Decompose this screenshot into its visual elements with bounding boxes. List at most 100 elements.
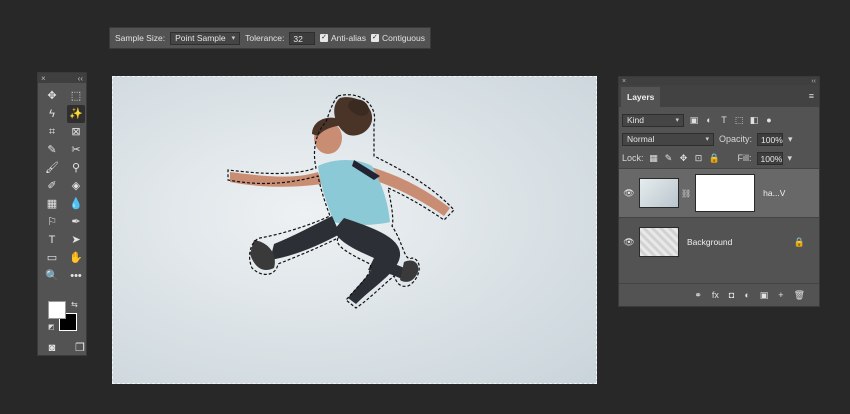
tool-grid: ✥ ⬚ ϟ ✨ ⌗ ⊠ ✎ ✂ 🖌 ⚲ ✐ ◈ ▦ 💧 ⚐ ✒ T ➤ ▭ ✋ … bbox=[38, 83, 86, 285]
blend-row: Normal ▾ Opacity: 100% ▾ bbox=[619, 130, 819, 148]
layer-filter-row: Kind ▾ ▣ ◐ T ⬚ ◧ ● bbox=[619, 110, 819, 130]
chevron-down-icon: ▾ bbox=[705, 135, 709, 143]
pen-tool-icon[interactable]: ✒ bbox=[67, 213, 85, 231]
layer-row[interactable]: 👁 ⛓ ha...V bbox=[619, 168, 819, 217]
close-icon[interactable]: × bbox=[622, 78, 626, 85]
stamp-tool-icon[interactable]: ⚲ bbox=[67, 159, 85, 177]
eyedropper-tool-icon[interactable]: ✎ bbox=[43, 141, 61, 159]
fill-dropdown-icon[interactable]: ▾ bbox=[788, 153, 793, 164]
contiguous-option[interactable]: ✓ Contiguous bbox=[370, 33, 425, 43]
lasso-tool-icon[interactable]: ϟ bbox=[43, 105, 61, 123]
layer-mask-thumbnail[interactable] bbox=[695, 174, 756, 212]
new-group-icon[interactable]: ▣ bbox=[760, 290, 769, 301]
tolerance-input[interactable]: 32 bbox=[289, 31, 316, 45]
sample-size-select[interactable]: Point Sample ▾ bbox=[170, 31, 241, 45]
lock-label: Lock: bbox=[622, 153, 644, 163]
collapse-icon[interactable]: ‹‹ bbox=[811, 78, 816, 85]
crop-tool-icon[interactable]: ⌗ bbox=[43, 123, 61, 141]
trash-icon[interactable]: 🗑 bbox=[794, 290, 805, 301]
lock-all-icon[interactable]: 🔒 bbox=[709, 153, 720, 164]
quick-mask-icon[interactable]: ◙ bbox=[43, 339, 61, 357]
visibility-eye-icon[interactable]: 👁 bbox=[619, 237, 639, 248]
adjustment-layer-icon[interactable]: ◐ bbox=[744, 290, 749, 300]
opacity-dropdown-icon[interactable]: ▾ bbox=[788, 134, 793, 145]
tools-bottom-row: ◙ ❐ bbox=[43, 339, 89, 357]
document-canvas[interactable] bbox=[112, 76, 597, 384]
brush-tool-icon[interactable]: 🖌 bbox=[43, 159, 61, 177]
filter-toggle-icon[interactable]: ● bbox=[764, 115, 774, 125]
fx-icon[interactable]: fx bbox=[712, 290, 719, 300]
fill-input[interactable]: 100% bbox=[756, 151, 783, 165]
add-mask-icon[interactable]: ◘ bbox=[729, 290, 734, 300]
pixel-filter-icon[interactable]: ▣ bbox=[689, 115, 699, 126]
magic-wand-tool-icon[interactable]: ✨ bbox=[67, 105, 85, 123]
layers-panel-header[interactable]: × ‹‹ bbox=[619, 77, 819, 85]
zoom-tool-icon[interactable]: 🔍 bbox=[43, 267, 61, 285]
sample-size-value: Point Sample bbox=[175, 32, 226, 43]
front-leg bbox=[334, 218, 401, 304]
type-tool-icon[interactable]: T bbox=[43, 231, 61, 249]
layer-name[interactable]: Background bbox=[687, 237, 732, 247]
tolerance-label: Tolerance: bbox=[245, 33, 285, 43]
back-leg bbox=[270, 216, 340, 260]
lock-position-icon[interactable]: ✥ bbox=[679, 153, 689, 164]
smart-object-filter-icon[interactable]: ◧ bbox=[749, 115, 759, 126]
sample-size-label: Sample Size: bbox=[115, 33, 166, 43]
path-selection-tool-icon[interactable]: ➤ bbox=[67, 231, 85, 249]
rectangle-tool-icon[interactable]: ▭ bbox=[43, 249, 61, 267]
frame-tool-icon[interactable]: ⊠ bbox=[67, 123, 85, 141]
anti-alias-label: Anti-alias bbox=[331, 33, 366, 43]
shape-filter-icon[interactable]: ⬚ bbox=[734, 115, 744, 126]
options-bar: Sample Size: Point Sample ▾ Tolerance: 3… bbox=[109, 27, 431, 49]
tab-layers[interactable]: Layers bbox=[621, 87, 661, 107]
hand-tool-icon[interactable]: ✋ bbox=[67, 249, 85, 267]
link-icon[interactable]: ⛓ bbox=[681, 189, 691, 198]
anti-alias-option[interactable]: ✓ Anti-alias bbox=[320, 33, 366, 43]
lock-row: Lock: ▦ ✎ ✥ ⊡ 🔒 Fill: 100% ▾ bbox=[619, 148, 819, 168]
default-colors-icon[interactable]: ◩ bbox=[48, 323, 55, 331]
lock-image-icon[interactable]: ✎ bbox=[664, 153, 674, 164]
lock-transparency-icon[interactable]: ▦ bbox=[649, 153, 659, 164]
screen-mode-icon[interactable]: ❐ bbox=[71, 339, 89, 357]
type-filter-icon[interactable]: T bbox=[719, 115, 729, 125]
chevron-down-icon: ▾ bbox=[675, 116, 679, 124]
close-icon[interactable]: × bbox=[41, 74, 46, 83]
dodge-tool-icon[interactable]: ⚐ bbox=[43, 213, 61, 231]
lock-icon: 🔒 bbox=[793, 236, 805, 247]
layer-thumbnail bbox=[639, 227, 679, 257]
filter-kind-select[interactable]: Kind ▾ bbox=[622, 113, 684, 127]
opacity-input[interactable]: 100% bbox=[757, 132, 784, 146]
new-layer-icon[interactable]: + bbox=[778, 290, 783, 300]
move-tool-icon[interactable]: ✥ bbox=[43, 87, 61, 105]
layers-tab-bar: Layers ≡ bbox=[619, 85, 819, 107]
filter-kind-value: Kind bbox=[627, 114, 645, 125]
left-shoe bbox=[250, 240, 275, 271]
foreground-color-swatch[interactable] bbox=[48, 301, 66, 319]
layer-thumbnail bbox=[639, 178, 679, 208]
contiguous-checkbox[interactable]: ✓ bbox=[370, 34, 379, 42]
blur-tool-icon[interactable]: 💧 bbox=[67, 195, 85, 213]
history-brush-tool-icon[interactable]: ✐ bbox=[43, 177, 61, 195]
gradient-tool-icon[interactable]: ▦ bbox=[43, 195, 61, 213]
layer-row[interactable]: 👁 Background 🔒 bbox=[619, 217, 819, 266]
collapse-icon[interactable]: ‹‹ bbox=[78, 74, 83, 83]
healing-tool-icon[interactable]: ✂ bbox=[67, 141, 85, 159]
swap-colors-icon[interactable]: ⇆ bbox=[71, 300, 78, 309]
layers-footer: ⚭ fx ◘ ◐ ▣ + 🗑 bbox=[619, 283, 819, 306]
eraser-tool-icon[interactable]: ◈ bbox=[67, 177, 85, 195]
tools-panel-header[interactable]: × ‹‹ bbox=[38, 73, 86, 83]
contiguous-label: Contiguous bbox=[381, 33, 425, 43]
layers-panel: × ‹‹ Layers ≡ Kind ▾ ▣ ◐ T ⬚ ◧ ● Normal … bbox=[618, 76, 820, 307]
layer-name[interactable]: ha...V bbox=[763, 188, 785, 198]
panel-menu-icon[interactable]: ≡ bbox=[809, 91, 814, 101]
more-tools-icon[interactable]: ••• bbox=[67, 267, 85, 285]
opacity-label: Opacity: bbox=[719, 134, 753, 144]
tools-panel: × ‹‹ ✥ ⬚ ϟ ✨ ⌗ ⊠ ✎ ✂ 🖌 ⚲ ✐ ◈ ▦ 💧 ⚐ ✒ T ➤… bbox=[37, 72, 87, 356]
marquee-tool-icon[interactable]: ⬚ bbox=[67, 87, 85, 105]
lock-artboard-icon[interactable]: ⊡ bbox=[694, 153, 704, 164]
adjustment-filter-icon[interactable]: ◐ bbox=[704, 115, 714, 125]
blend-mode-select[interactable]: Normal ▾ bbox=[622, 132, 714, 146]
anti-alias-checkbox[interactable]: ✓ bbox=[320, 34, 329, 42]
link-layers-icon[interactable]: ⚭ bbox=[694, 290, 702, 301]
visibility-eye-icon[interactable]: 👁 bbox=[619, 188, 639, 199]
